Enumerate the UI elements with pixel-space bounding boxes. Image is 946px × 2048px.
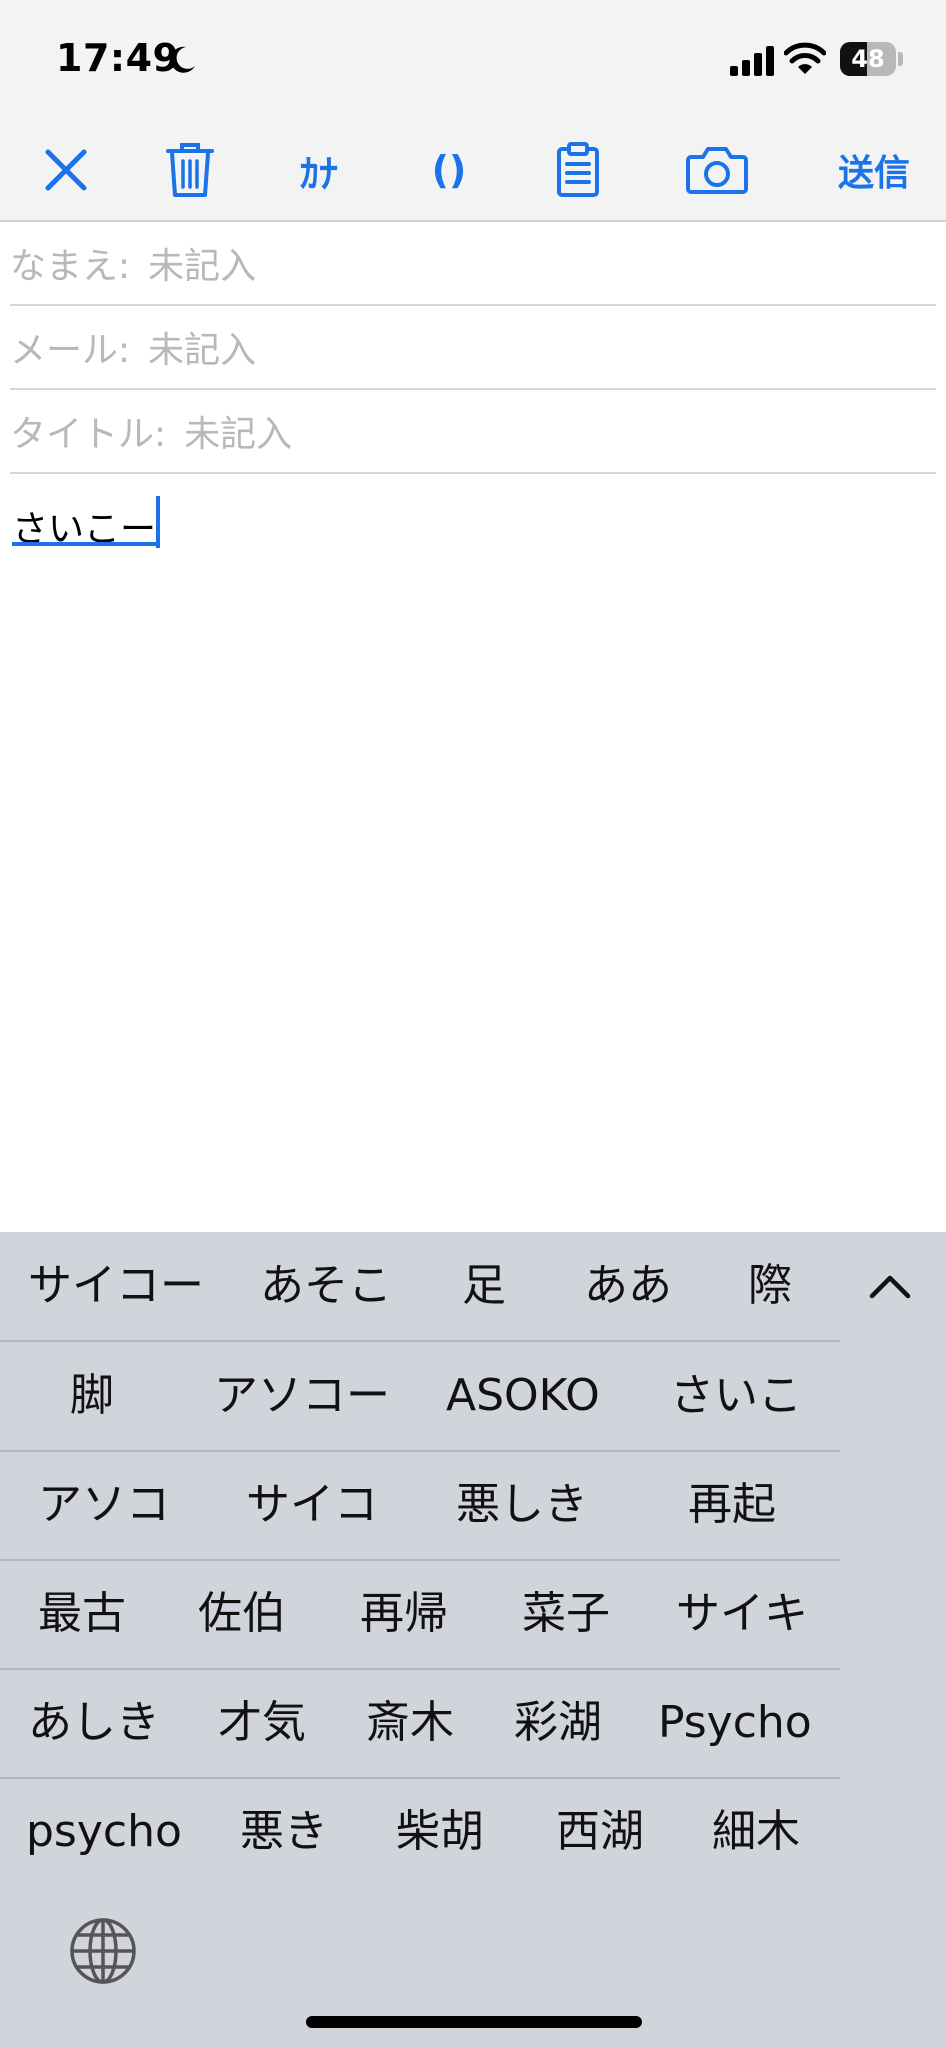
title-placeholder: 未記入: [184, 414, 293, 455]
candidate[interactable]: サイコー: [28, 1232, 204, 1340]
candidate-row: 最古 佐伯 再帰 菜子 サイキ: [0, 1560, 840, 1670]
candidate[interactable]: 彩湖: [514, 1669, 602, 1777]
parentheses-button[interactable]: (): [414, 140, 484, 200]
wifi-icon: [784, 42, 826, 74]
candidate[interactable]: 西湖: [556, 1778, 644, 1886]
name-label: なまえ:: [10, 246, 131, 287]
close-icon: [45, 149, 87, 191]
status-bar: 17:49 48: [0, 0, 946, 120]
send-button[interactable]: 送信: [826, 140, 922, 200]
mail-placeholder: 未記入: [148, 330, 257, 371]
candidate[interactable]: 悪き: [240, 1778, 328, 1886]
candidate[interactable]: psycho: [26, 1778, 182, 1886]
trash-icon: [166, 143, 214, 197]
battery-percent: 48: [851, 45, 885, 73]
candidate[interactable]: アソコ: [38, 1451, 170, 1559]
candidate[interactable]: 佐伯: [198, 1560, 286, 1668]
trash-button[interactable]: [160, 140, 220, 200]
candidate[interactable]: あしき: [28, 1669, 160, 1777]
compose-toolbar: ｶﾅ () 送信: [0, 120, 946, 222]
globe-icon[interactable]: [68, 1916, 138, 1986]
candidate[interactable]: 悪しき: [456, 1451, 588, 1559]
candidate-row: psycho 悪き 柴胡 西湖 細木: [0, 1778, 840, 1886]
candidate[interactable]: 最古: [38, 1560, 126, 1668]
candidate[interactable]: さいこ: [670, 1342, 802, 1450]
battery-indicator: 48: [840, 42, 896, 76]
candidate[interactable]: サイキ: [676, 1560, 808, 1668]
candidate-row: サイコー あそこ 足 ああ 際: [0, 1232, 840, 1342]
mail-label: メール:: [10, 330, 131, 371]
candidate[interactable]: あそこ: [260, 1232, 392, 1340]
candidate[interactable]: 菜子: [522, 1560, 610, 1668]
clipboard-icon: [557, 142, 599, 197]
candidate-row: 脚 アソコー ASOKO さいこ: [0, 1342, 840, 1452]
name-field[interactable]: なまえ: 未記入: [10, 222, 936, 306]
home-indicator: [306, 2016, 642, 2028]
candidate[interactable]: Psycho: [658, 1669, 812, 1777]
candidate[interactable]: 脚: [70, 1342, 114, 1450]
keyboard-candidate-panel: サイコー あそこ 足 ああ 際 脚 アソコー ASOKO さいこ アソコ サイコ…: [0, 1232, 946, 2048]
name-placeholder: 未記入: [148, 246, 257, 287]
candidate[interactable]: 斎木: [366, 1669, 454, 1777]
candidate[interactable]: アソコー: [214, 1342, 390, 1450]
candidate[interactable]: ああ: [584, 1232, 672, 1340]
collapse-candidates-button[interactable]: [862, 1262, 918, 1310]
candidate[interactable]: 才気: [218, 1669, 306, 1777]
battery-tip: [898, 52, 903, 66]
mail-field[interactable]: メール: 未記入: [10, 306, 936, 390]
paste-button[interactable]: [548, 140, 608, 200]
message-body-area[interactable]: [0, 476, 946, 1232]
chevron-up-icon: [869, 1275, 911, 1299]
candidate[interactable]: ASOKO: [446, 1342, 600, 1450]
marked-text-underline: [12, 542, 158, 546]
title-field[interactable]: タイトル: 未記入: [10, 390, 936, 474]
text-caret: [156, 496, 160, 548]
candidate[interactable]: サイコ: [246, 1451, 378, 1559]
cellular-signal-icon: [730, 46, 774, 76]
status-time: 17:49: [56, 36, 180, 80]
candidate[interactable]: 際: [748, 1232, 792, 1340]
candidate[interactable]: 柴胡: [396, 1778, 484, 1886]
moon-icon: [170, 46, 195, 73]
kana-button[interactable]: ｶﾅ: [284, 140, 354, 200]
candidate[interactable]: 再起: [688, 1451, 776, 1559]
candidate[interactable]: 細木: [712, 1778, 800, 1886]
camera-button[interactable]: [682, 140, 752, 200]
close-button[interactable]: [36, 140, 96, 200]
title-label: タイトル:: [10, 414, 167, 455]
camera-icon: [686, 147, 748, 194]
candidate-row: あしき 才気 斎木 彩湖 Psycho: [0, 1669, 840, 1779]
candidate-row: アソコ サイコ 悪しき 再起: [0, 1451, 840, 1561]
candidate[interactable]: 足: [462, 1232, 506, 1340]
candidate[interactable]: 再帰: [360, 1560, 448, 1668]
